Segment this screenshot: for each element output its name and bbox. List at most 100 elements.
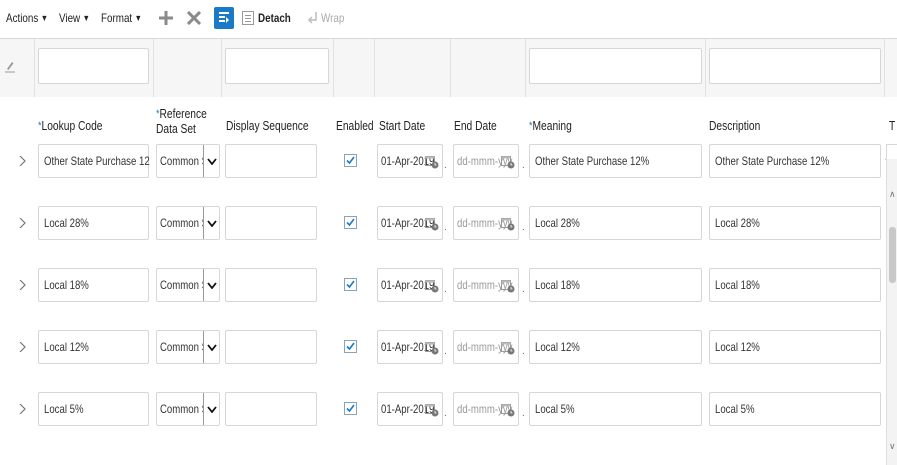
description-input[interactable]: Local 28% bbox=[709, 206, 881, 240]
display-sequence-input[interactable] bbox=[225, 144, 317, 178]
lookup-code-input[interactable]: Local 18% bbox=[38, 268, 149, 302]
overflow-dot: . bbox=[444, 408, 447, 419]
header-enabled[interactable]: Enabled bbox=[336, 119, 382, 134]
table-row[interactable]: Local 5% Common Se 01-Apr-2019 . dd-mmm-… bbox=[0, 392, 897, 438]
add-icon[interactable] bbox=[157, 9, 175, 27]
lookup-code-input[interactable]: Other State Purchase 12% bbox=[38, 144, 150, 178]
filter-meaning[interactable] bbox=[529, 48, 702, 84]
description-input[interactable]: Local 12% bbox=[709, 330, 881, 364]
reference-data-set-value: Common Se bbox=[160, 278, 204, 292]
meaning-input[interactable]: Local 12% bbox=[529, 330, 702, 364]
reference-data-set-select[interactable]: Common Se bbox=[156, 330, 220, 364]
format-menu[interactable]: Format ▼ bbox=[101, 11, 142, 25]
overflow-dot: . bbox=[444, 160, 447, 171]
calendar-icon[interactable] bbox=[425, 403, 439, 417]
expand-row-icon[interactable] bbox=[19, 404, 27, 414]
start-date-input[interactable]: 01-Apr-2019 bbox=[377, 144, 443, 178]
table-row[interactable]: Local 12% Common Se 01-Apr-2019 . dd-mmm… bbox=[0, 330, 897, 376]
table-row[interactable]: Other State Purchase 12% Common Se 01-Ap… bbox=[0, 144, 897, 190]
enabled-checkbox[interactable] bbox=[344, 216, 357, 229]
reference-data-set-select[interactable]: Common Se bbox=[156, 206, 220, 240]
header-meaning[interactable]: *Meaning bbox=[529, 119, 581, 134]
enabled-checkbox[interactable] bbox=[344, 340, 357, 353]
chevron-down-icon[interactable] bbox=[203, 331, 219, 363]
end-date-input[interactable]: dd-mmm-yyy bbox=[453, 144, 519, 178]
calendar-icon[interactable] bbox=[425, 217, 439, 231]
reference-data-set-select[interactable]: Common Se bbox=[156, 268, 220, 302]
lookup-code-input[interactable]: Local 28% bbox=[38, 206, 149, 240]
display-sequence-input[interactable] bbox=[225, 330, 317, 364]
description-input[interactable]: Local 5% bbox=[709, 392, 881, 426]
freeze-icon[interactable] bbox=[213, 7, 234, 29]
start-date-input[interactable]: 01-Apr-2019 bbox=[377, 392, 443, 426]
start-date-input[interactable]: 01-Apr-2019 bbox=[377, 268, 443, 302]
header-display-sequence[interactable]: Display Sequence bbox=[226, 119, 327, 134]
display-sequence-input[interactable] bbox=[225, 392, 317, 426]
end-date-input[interactable]: dd-mmm-yyy bbox=[453, 330, 519, 364]
pencil-icon bbox=[5, 62, 15, 73]
meaning-input[interactable]: Local 28% bbox=[529, 206, 702, 240]
description-input[interactable]: Local 18% bbox=[709, 268, 881, 302]
calendar-icon[interactable] bbox=[425, 155, 439, 169]
end-date-input[interactable]: dd-mmm-yyy bbox=[453, 206, 519, 240]
header-end-date[interactable]: End Date bbox=[454, 119, 506, 134]
calendar-icon[interactable] bbox=[425, 279, 439, 293]
header-lookup-code[interactable]: *Lookup Code bbox=[38, 119, 117, 134]
reference-data-set-select[interactable]: Common Se bbox=[156, 144, 220, 178]
calendar-icon[interactable] bbox=[425, 341, 439, 355]
lookup-code-input[interactable]: Local 12% bbox=[38, 330, 149, 364]
table-row[interactable]: Local 28% Common Se 01-Apr-2019 . dd-mmm… bbox=[0, 206, 897, 252]
wrap-button[interactable]: Wrap bbox=[307, 11, 349, 25]
expand-row-icon[interactable] bbox=[19, 280, 27, 290]
lookup-code-input[interactable]: Local 5% bbox=[38, 392, 149, 426]
expand-row-icon[interactable] bbox=[19, 156, 27, 166]
actions-menu-label: Actions bbox=[6, 11, 39, 25]
end-date-input[interactable]: dd-mmm-yyy bbox=[453, 392, 519, 426]
filter-lookup-code[interactable] bbox=[38, 48, 149, 84]
chevron-down-icon[interactable] bbox=[203, 207, 219, 239]
view-menu[interactable]: View ▼ bbox=[59, 11, 90, 25]
chevron-down-icon: ▼ bbox=[40, 13, 49, 23]
description-value: Local 5% bbox=[715, 402, 755, 416]
reference-data-set-value: Common Se bbox=[160, 340, 204, 354]
meaning-input[interactable]: Local 18% bbox=[529, 268, 702, 302]
scroll-up-icon[interactable]: ∧ bbox=[889, 189, 896, 200]
header-description[interactable]: Description bbox=[709, 119, 772, 134]
reference-data-set-select[interactable]: Common Se bbox=[156, 392, 220, 426]
scroll-down-icon[interactable]: ∨ bbox=[889, 441, 896, 452]
scrollbar-thumb[interactable] bbox=[889, 227, 896, 283]
meaning-input[interactable]: Other State Purchase 12% bbox=[529, 144, 702, 178]
start-date-input[interactable]: 01-Apr-2019 bbox=[377, 206, 443, 240]
vertical-scrollbar[interactable]: ∧ ∨ bbox=[886, 159, 897, 465]
calendar-icon[interactable] bbox=[501, 403, 515, 417]
calendar-icon[interactable] bbox=[501, 155, 515, 169]
expand-row-icon[interactable] bbox=[19, 218, 27, 228]
overflow-dot: . bbox=[444, 222, 447, 233]
calendar-icon[interactable] bbox=[501, 217, 515, 231]
display-sequence-input[interactable] bbox=[225, 206, 317, 240]
expand-row-icon[interactable] bbox=[19, 342, 27, 352]
header-start-date[interactable]: Start Date bbox=[379, 119, 435, 134]
enabled-checkbox[interactable] bbox=[344, 154, 357, 167]
end-date-input[interactable]: dd-mmm-yyy bbox=[453, 268, 519, 302]
delete-icon[interactable] bbox=[185, 9, 203, 27]
filter-display-sequence[interactable] bbox=[225, 48, 329, 84]
chevron-down-icon[interactable] bbox=[203, 393, 219, 425]
detach-button[interactable]: Detach bbox=[241, 11, 298, 25]
meaning-input[interactable]: Local 5% bbox=[529, 392, 702, 426]
enabled-checkbox[interactable] bbox=[344, 278, 357, 291]
actions-menu[interactable]: Actions ▼ bbox=[6, 11, 48, 25]
calendar-icon[interactable] bbox=[501, 341, 515, 355]
lookup-code-value: Local 5% bbox=[44, 402, 84, 416]
chevron-down-icon[interactable] bbox=[203, 269, 219, 301]
header-reference-data-set[interactable]: *Reference Data Set bbox=[156, 107, 218, 137]
filter-description[interactable] bbox=[709, 48, 881, 84]
description-input[interactable]: Other State Purchase 12% bbox=[709, 144, 881, 178]
table-row[interactable]: Local 18% Common Se 01-Apr-2019 . dd-mmm… bbox=[0, 268, 897, 314]
enabled-checkbox[interactable] bbox=[344, 402, 357, 415]
chevron-down-icon[interactable] bbox=[203, 145, 219, 177]
start-date-input[interactable]: 01-Apr-2019 bbox=[377, 330, 443, 364]
display-sequence-input[interactable] bbox=[225, 268, 317, 302]
header-clipped-column[interactable]: T bbox=[889, 119, 897, 134]
calendar-icon[interactable] bbox=[501, 279, 515, 293]
